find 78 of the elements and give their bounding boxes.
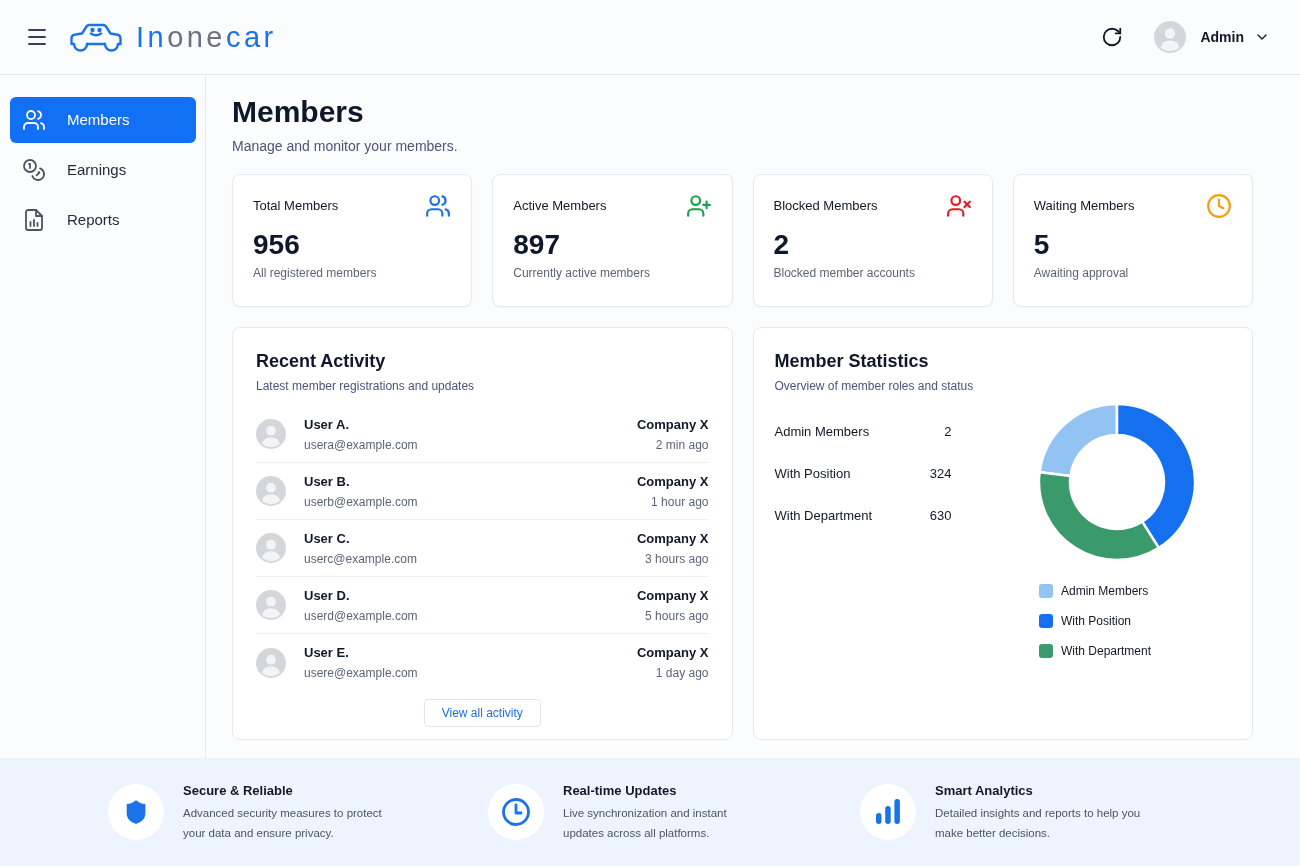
- stat-number: 324: [929, 465, 952, 483]
- report-chart-icon: [22, 208, 46, 232]
- stat-value: 5: [1033, 229, 1050, 261]
- activity-time: 5 hours ago: [645, 607, 709, 624]
- legend-label: With Position: [1061, 613, 1132, 629]
- page-subtitle: Manage and monitor your members.: [232, 137, 458, 156]
- sidebar-item[interactable]: Reports: [10, 197, 196, 243]
- user-avatar-icon: [256, 533, 286, 563]
- user-name: User C.: [304, 529, 351, 548]
- user-email: userb@example.com: [304, 493, 418, 510]
- activity-time: 3 hours ago: [645, 550, 709, 567]
- stat-value: 956: [253, 229, 300, 261]
- feature-title: Real-time Updates: [563, 781, 678, 800]
- bar-chart-icon: [860, 784, 916, 840]
- sidebar-item[interactable]: Members: [10, 97, 196, 143]
- stat-number: 630: [929, 507, 952, 525]
- feature-description: make better decisions.: [935, 825, 1052, 841]
- stat-number: 2: [944, 423, 952, 441]
- stat-label: With Position: [774, 465, 851, 483]
- stat-title: Active Members: [513, 197, 607, 215]
- feature-title: Smart Analytics: [935, 781, 1034, 800]
- stat-caption: Currently active members: [513, 265, 650, 281]
- stat-caption: Awaiting approval: [1033, 265, 1129, 281]
- activity-time: 2 min ago: [655, 436, 709, 453]
- company-name: Company X: [637, 415, 709, 434]
- stat-value: 2: [773, 229, 790, 261]
- legend-label: Admin Members: [1061, 583, 1149, 599]
- donut-slice: [1037, 470, 1161, 562]
- card-subtitle: Overview of member roles and status: [774, 378, 974, 394]
- page-title: Members: [232, 94, 364, 130]
- sidebar-item[interactable]: Earnings: [10, 147, 196, 193]
- user-name: User B.: [304, 472, 351, 491]
- clock-icon: [488, 784, 544, 840]
- stat-title: Waiting Members: [1033, 197, 1135, 215]
- company-name: Company X: [637, 586, 709, 605]
- view-all-button[interactable]: View all activity: [423, 699, 541, 727]
- activity-time: 1 hour ago: [651, 493, 709, 510]
- feature-description: Live synchronization and instant: [563, 805, 727, 821]
- company-name: Company X: [637, 644, 709, 662]
- user-avatar-icon: [256, 590, 286, 620]
- users-icon: [22, 108, 46, 132]
- car-icon: [68, 22, 124, 52]
- shield-icon: [108, 784, 164, 840]
- user-menu-button[interactable]: Admin: [1200, 26, 1270, 48]
- activity-time: 1 day ago: [655, 665, 709, 681]
- user-email: usere@example.com: [304, 665, 418, 681]
- feature-description: Detailed insights and reports to help you: [935, 805, 1141, 821]
- user-name: User D.: [304, 586, 351, 605]
- donut-slice: [1038, 402, 1119, 478]
- stat-label: With Department: [774, 507, 873, 525]
- company-name: Company X: [637, 472, 709, 491]
- company-name: Company X: [637, 529, 709, 548]
- user-name: User A.: [304, 415, 351, 434]
- user-avatar-icon: [256, 647, 286, 678]
- stat-title: Blocked Members: [773, 197, 878, 215]
- user-name: User E.: [304, 644, 350, 662]
- feature-description: updates across all platforms.: [563, 825, 711, 841]
- card-title: Member Statistics: [774, 350, 929, 373]
- legend-label: With Department: [1061, 643, 1152, 659]
- stat-title: Total Members: [253, 197, 339, 215]
- user-email: usera@example.com: [304, 436, 418, 453]
- logo-text: In one car: [136, 20, 277, 54]
- card-subtitle: Latest member registrations and updates: [256, 378, 475, 394]
- user-email: userc@example.com: [304, 550, 417, 567]
- feature-description: your data and ensure privacy.: [183, 825, 335, 841]
- stat-label: Admin Members: [774, 423, 870, 441]
- user-avatar-icon: [256, 419, 286, 449]
- user-avatar-icon: [256, 476, 286, 506]
- card-title: Recent Activity: [256, 350, 386, 373]
- coins-icon: [22, 158, 46, 182]
- feature-title: Secure & Reliable: [183, 781, 294, 800]
- feature-description: Advanced security measures to protect: [183, 805, 382, 821]
- stat-caption: All registered members: [253, 265, 377, 281]
- refresh-icon: [1101, 26, 1124, 48]
- user-avatar-icon: [1154, 21, 1187, 53]
- user-email: userd@example.com: [304, 607, 418, 624]
- stat-value: 897: [513, 229, 560, 261]
- stat-caption: Blocked member accounts: [773, 265, 915, 281]
